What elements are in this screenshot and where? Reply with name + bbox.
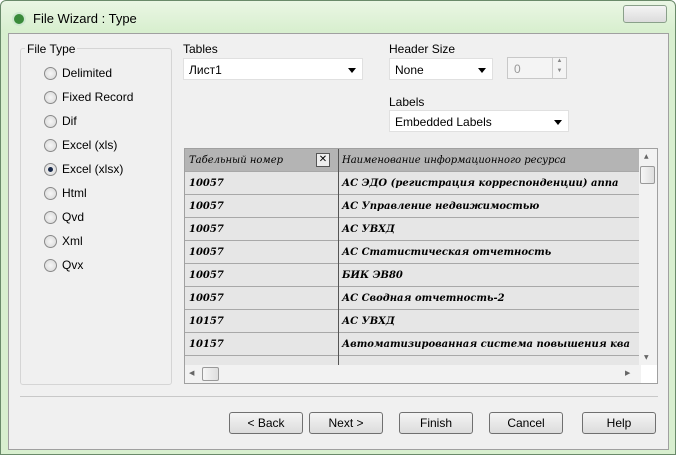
radio-label: Html <box>62 186 87 200</box>
scroll-up-icon[interactable]: ▲ <box>644 153 649 160</box>
table-row: 10057 АС УВХД <box>185 218 639 241</box>
scroll-down-icon[interactable]: ▼ <box>644 354 649 361</box>
radio-label: Qvx <box>62 258 84 272</box>
file-type-radio[interactable]: Dif <box>44 114 77 128</box>
vertical-scrollbar[interactable]: ▲ ▼ <box>639 149 657 365</box>
table-row: 10057 БИК ЭВ80 <box>185 264 639 287</box>
app-icon <box>12 12 26 26</box>
next-button[interactable]: Next > <box>309 412 383 434</box>
file-type-group: File Type Delimited Fixed Record Dif Excel … <box>20 42 172 385</box>
file-type-radio[interactable]: Html <box>44 186 87 200</box>
radio-label: Excel (xlsx) <box>62 162 124 176</box>
preview-grid: Табельный номер ✕ Наименование информаци… <box>184 148 658 384</box>
column-header[interactable]: Табельный номер <box>189 149 335 172</box>
table-cell: БИК ЭВ80 <box>338 264 639 287</box>
close-button[interactable] <box>623 5 667 23</box>
table-cell: 10057 <box>189 247 224 258</box>
radio-icon[interactable] <box>44 66 57 80</box>
radio-label: Xml <box>62 234 83 248</box>
file-type-label: File Type <box>25 42 78 56</box>
file-type-radio[interactable]: Qvd <box>44 210 84 224</box>
help-button[interactable]: Help <box>582 412 656 434</box>
table-cell: 10057 <box>189 178 224 189</box>
labels-label: Labels <box>389 95 425 109</box>
header-size-value: None <box>395 63 424 77</box>
table-cell: АС Управление недвижимостью <box>338 195 639 218</box>
table-row: 10157 Автоматизированная система повышени… <box>185 333 639 356</box>
table-row: 10057 АС Статистическая отчетность <box>185 241 639 264</box>
scrollbar-thumb[interactable] <box>202 367 219 381</box>
tables-value: Лист1 <box>189 63 222 77</box>
file-type-radio[interactable]: Xml <box>44 234 83 248</box>
file-type-radio[interactable]: Fixed Record <box>44 90 133 104</box>
table-cell: 10157 <box>189 339 224 350</box>
scroll-left-icon[interactable]: ◀ <box>189 369 194 377</box>
scroll-right-icon[interactable]: ▶ <box>625 369 630 377</box>
spin-down-icon[interactable]: ▼ <box>552 68 566 78</box>
table-row: 10057 АС Управление недвижимостью <box>185 195 639 218</box>
divider <box>20 396 658 397</box>
radio-icon[interactable] <box>44 186 57 200</box>
file-type-radio[interactable]: Qvx <box>44 258 83 272</box>
tables-label: Tables <box>183 42 218 56</box>
table-cell: 10057 <box>189 201 224 212</box>
table-row: 10057 АС Сводная отчетность-2 <box>185 287 639 310</box>
table-cell: АС Сводная отчетность-2 <box>338 287 639 310</box>
table-cell: АС ЭДО (регистрация корреспонденции) апп… <box>338 172 639 195</box>
radio-label: Fixed Record <box>62 90 134 104</box>
labels-dropdown[interactable]: Embedded Labels <box>389 110 569 132</box>
radio-icon[interactable] <box>44 90 57 104</box>
close-icon[interactable]: ✕ <box>316 153 330 167</box>
radio-label: Delimited <box>62 66 113 80</box>
chevron-down-icon <box>348 68 356 77</box>
radio-icon[interactable] <box>44 258 57 272</box>
finish-button[interactable]: Finish <box>399 412 473 434</box>
table-cell: 10057 <box>189 270 224 281</box>
radio-label: Excel (xls) <box>62 138 118 152</box>
column-header[interactable]: Наименование информационного ресурса <box>338 149 639 172</box>
table-cell: АС Статистическая отчетность <box>338 241 639 264</box>
spin-up-icon[interactable]: ▲ <box>552 58 566 68</box>
radio-icon[interactable] <box>44 234 57 248</box>
table-cell: 10157 <box>189 316 224 327</box>
cancel-button[interactable]: Cancel <box>489 412 563 434</box>
header-size-dropdown[interactable]: None <box>389 58 493 80</box>
chevron-down-icon <box>554 120 562 129</box>
file-type-radio[interactable]: Delimited <box>44 66 112 80</box>
dialog-body: File Type Delimited Fixed Record Dif Excel … <box>8 33 669 450</box>
table-cell: Автоматизированная система повышения ква <box>338 333 639 356</box>
tables-dropdown[interactable]: Лист1 <box>183 58 363 80</box>
table-row: 10057 АС ЭДО (регистрация корреспонденции… <box>185 172 639 195</box>
radio-icon[interactable] <box>44 210 57 224</box>
scrollbar-thumb[interactable] <box>640 166 655 184</box>
radio-label: Dif <box>62 114 77 128</box>
back-button[interactable]: < Back <box>229 412 303 434</box>
window-title: File Wizard : Type <box>33 11 137 26</box>
radio-icon[interactable] <box>44 162 57 176</box>
file-wizard-window: File Wizard : Type File Type Delimited Fi… <box>0 0 676 455</box>
spinner-value: 0 <box>514 62 521 76</box>
horizontal-scrollbar[interactable]: ◀ ▶ <box>185 365 641 383</box>
chevron-down-icon <box>478 68 486 77</box>
radio-icon[interactable] <box>44 138 57 152</box>
radio-label: Qvd <box>62 210 85 224</box>
file-type-radio[interactable]: Excel (xlsx) <box>44 162 123 176</box>
table-cell: АС УВХД <box>338 218 639 241</box>
file-type-radio[interactable]: Excel (xls) <box>44 138 117 152</box>
radio-icon[interactable] <box>44 114 57 128</box>
header-size-label: Header Size <box>389 42 456 56</box>
labels-value: Embedded Labels <box>395 115 492 129</box>
grid-header: Табельный номер ✕ Наименование информаци… <box>185 149 639 172</box>
table-cell: 10057 <box>189 224 224 235</box>
table-cell: АС УВХД <box>338 310 639 333</box>
header-size-spinner[interactable]: 0 ▲ ▼ <box>507 57 567 79</box>
table-cell: 10057 <box>189 293 224 304</box>
table-row: 10157 АС УВХД <box>185 310 639 333</box>
